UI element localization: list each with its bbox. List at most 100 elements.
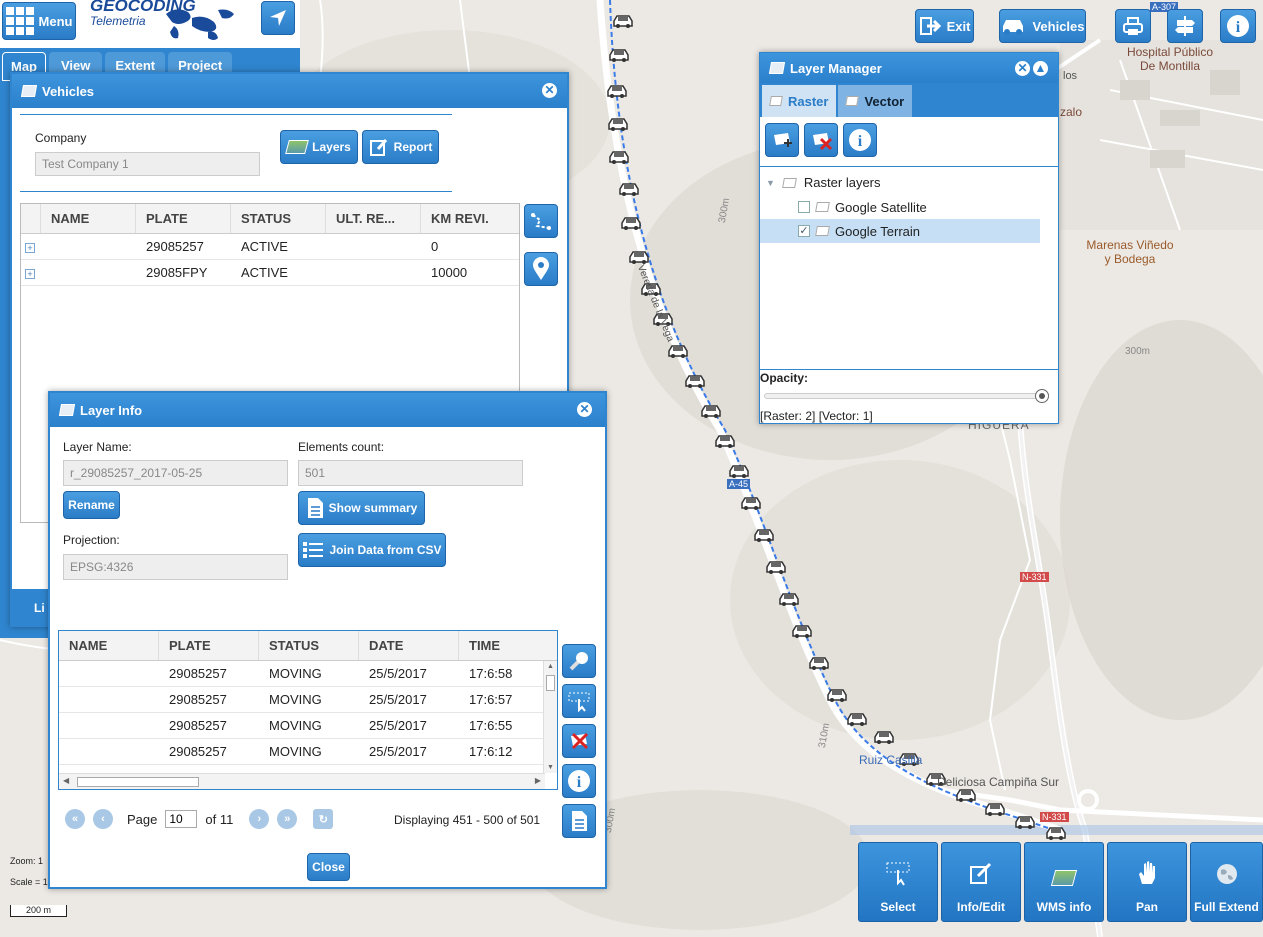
last-page-icon[interactable]: » <box>277 809 298 829</box>
close-icon[interactable]: ✕ <box>577 402 592 417</box>
summary-button[interactable] <box>562 804 596 838</box>
horizontal-scrollbar[interactable]: ◀ ▶ <box>59 773 545 789</box>
locate-button[interactable] <box>261 1 295 35</box>
vehicle-track-icon[interactable] <box>667 344 689 358</box>
vehicle-track-icon[interactable] <box>608 150 630 164</box>
layer-info-button[interactable]: i <box>843 123 877 157</box>
collapse-icon[interactable]: ▲ <box>1033 61 1048 76</box>
vehicle-track-icon[interactable] <box>714 434 736 448</box>
vehicles-window-titlebar[interactable]: Vehicles ✕ <box>12 74 567 108</box>
col-km[interactable]: KM REVI. <box>421 204 516 233</box>
vehicle-track-icon[interactable] <box>826 688 848 702</box>
table-row[interactable]: 29085257 MOVING 25/5/2017 17:6:57 <box>59 687 557 713</box>
layer-name-field[interactable] <box>63 460 288 486</box>
zoom-to-button[interactable] <box>562 644 596 678</box>
clear-selection-button[interactable] <box>562 724 596 758</box>
select-features-button[interactable] <box>562 684 596 718</box>
vehicle-track-icon[interactable] <box>684 374 706 388</box>
close-icon[interactable]: ✕ <box>542 83 557 98</box>
opacity-slider[interactable] <box>764 393 1049 399</box>
first-page-icon[interactable]: « <box>65 809 85 829</box>
col-name[interactable]: NAME <box>59 631 159 660</box>
tree-node-raster[interactable]: ▼ Raster layers <box>766 175 881 190</box>
table-row[interactable]: 29085257 MOVING 25/5/2017 17:6:55 <box>59 713 557 739</box>
join-csv-button[interactable]: Join Data from CSV <box>298 533 446 567</box>
vehicle-track-icon[interactable] <box>607 117 629 131</box>
settings-button[interactable] <box>1167 9 1203 43</box>
layer-row-selected[interactable]: ✓ Google Terrain <box>760 219 1040 243</box>
col-plate[interactable]: PLATE <box>136 204 231 233</box>
show-summary-button[interactable]: Show summary <box>298 491 425 525</box>
info-edit-tool-button[interactable]: Info/Edit <box>941 842 1021 922</box>
next-page-icon[interactable]: › <box>249 809 270 829</box>
col-date[interactable]: DATE <box>359 631 459 660</box>
tab-raster[interactable]: Raster <box>762 85 837 117</box>
table-row[interactable]: 29085257 MOVING 25/5/2017 17:6:58 <box>59 661 557 687</box>
vehicle-track-icon[interactable] <box>1014 815 1036 829</box>
layer-manager-titlebar[interactable]: Layer Manager ✕ ▲ <box>760 53 1058 83</box>
info-button[interactable]: i <box>1220 9 1256 43</box>
expand-icon[interactable]: + <box>21 265 41 280</box>
tab-vector[interactable]: Vector <box>838 85 913 117</box>
vertical-scrollbar[interactable]: ▲ ▼ <box>543 661 557 773</box>
col-plate[interactable]: PLATE <box>159 631 259 660</box>
slider-handle[interactable] <box>1035 389 1049 403</box>
vehicle-track-icon[interactable] <box>984 802 1006 816</box>
page-number-input[interactable] <box>165 810 198 828</box>
table-row[interactable]: + 29085FPY ACTIVE 10000 <box>21 260 519 286</box>
full-extend-tool-button[interactable]: Full Extend <box>1190 842 1263 922</box>
vehicle-track-icon[interactable] <box>740 496 762 510</box>
checkbox-checked[interactable]: ✓ <box>798 225 810 237</box>
vehicle-track-icon[interactable] <box>791 624 813 638</box>
vehicle-track-icon[interactable] <box>846 712 868 726</box>
vehicle-track-icon[interactable] <box>608 48 630 62</box>
layer-row[interactable]: Google Satellite <box>798 195 927 219</box>
close-icon[interactable]: ✕ <box>1015 61 1030 76</box>
vehicle-track-icon[interactable] <box>606 84 628 98</box>
col-status[interactable]: STATUS <box>259 631 359 660</box>
close-button[interactable]: Close <box>307 853 350 881</box>
col-status[interactable]: STATUS <box>231 204 326 233</box>
add-layer-button[interactable] <box>765 123 799 157</box>
pan-tool-button[interactable]: Pan <box>1107 842 1187 922</box>
wms-info-tool-button[interactable]: WMS info <box>1024 842 1104 922</box>
vehicle-track-icon[interactable] <box>620 216 642 230</box>
rename-button[interactable]: Rename <box>63 491 120 519</box>
element-info-button[interactable]: i <box>562 764 596 798</box>
vehicle-track-icon[interactable] <box>873 730 895 744</box>
vehicle-track-icon[interactable] <box>753 528 775 542</box>
company-field[interactable] <box>35 152 260 176</box>
vehicle-track-icon[interactable] <box>700 404 722 418</box>
print-button[interactable] <box>1115 9 1151 43</box>
vehicle-track-icon[interactable] <box>618 182 640 196</box>
cell-plate: 29085257 <box>169 692 227 707</box>
select-tool-button[interactable]: Select <box>858 842 938 922</box>
locate-vehicle-button[interactable] <box>524 252 558 286</box>
vehicle-track-icon[interactable] <box>778 592 800 606</box>
table-row[interactable]: 29085257 MOVING 25/5/2017 17:6:12 <box>59 739 557 765</box>
projection-field[interactable] <box>63 554 288 580</box>
vehicle-track-icon[interactable] <box>808 656 830 670</box>
refresh-icon[interactable]: ↻ <box>313 809 334 829</box>
vehicle-track-icon[interactable] <box>1045 826 1067 840</box>
menu-button[interactable]: Menu <box>2 2 76 40</box>
exit-button[interactable]: Exit <box>915 9 974 43</box>
checkbox[interactable] <box>798 201 810 213</box>
col-time[interactable]: TIME <box>459 631 557 660</box>
vehicle-track-icon[interactable] <box>628 250 650 264</box>
route-button[interactable] <box>524 204 558 238</box>
col-ult[interactable]: ULT. RE... <box>326 204 421 233</box>
expand-icon[interactable]: + <box>21 239 41 254</box>
table-row[interactable]: + 29085257 ACTIVE 0 <box>21 234 519 260</box>
col-name[interactable]: NAME <box>41 204 136 233</box>
vehicle-track-icon[interactable] <box>765 560 787 574</box>
vehicles-button[interactable]: Vehicles <box>999 9 1086 43</box>
vehicle-track-icon[interactable] <box>728 464 750 478</box>
previous-page-icon[interactable]: ‹ <box>93 809 113 829</box>
layers-button[interactable]: Layers <box>280 130 358 164</box>
layer-info-titlebar[interactable]: Layer Info ✕ <box>50 393 605 427</box>
report-button[interactable]: Report <box>362 130 439 164</box>
vehicle-track-icon[interactable] <box>612 14 634 28</box>
vehicle-track-icon[interactable] <box>955 788 977 802</box>
remove-layer-button[interactable] <box>804 123 838 157</box>
